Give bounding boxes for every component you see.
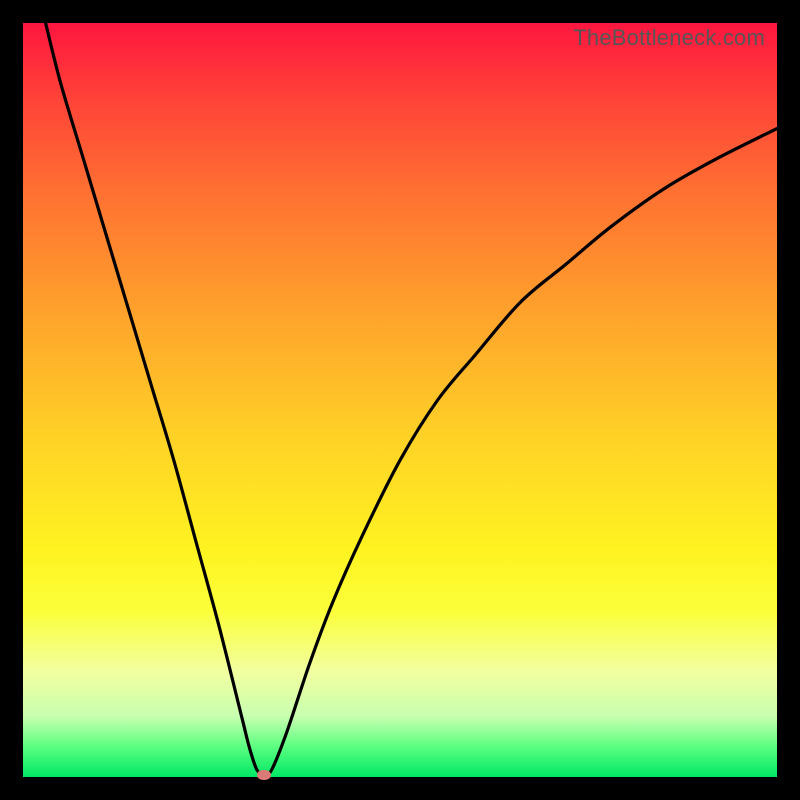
bottleneck-curve: [23, 23, 777, 777]
chart-plot-area: TheBottleneck.com: [23, 23, 777, 777]
minimum-point-marker: [257, 770, 271, 780]
